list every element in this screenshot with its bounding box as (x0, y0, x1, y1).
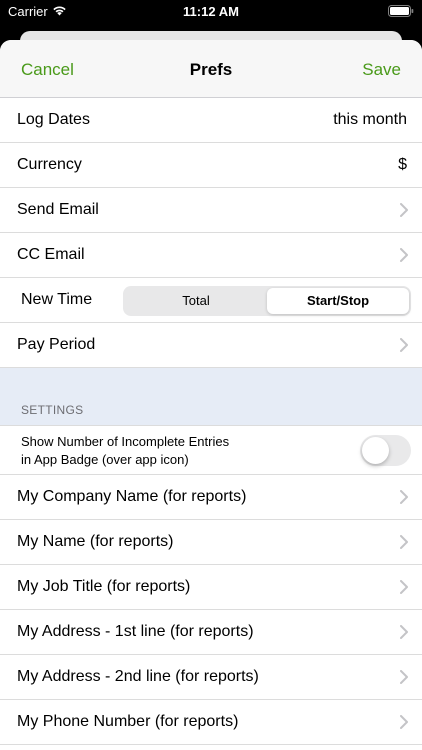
segment-start-stop[interactable]: Start/Stop (267, 288, 409, 314)
address-line2-label: My Address - 2nd line (for reports) (17, 668, 259, 685)
company-name-label: My Company Name (for reports) (17, 488, 247, 505)
my-name-row[interactable]: My Name (for reports) (0, 520, 422, 565)
job-title-row[interactable]: My Job Title (for reports) (0, 565, 422, 610)
badge-toggle-row: Show Number of Incomplete Entries in App… (0, 426, 422, 475)
phone-number-row[interactable]: My Phone Number (for reports) (0, 700, 422, 745)
settings-section-header: SETTINGS (0, 368, 422, 426)
segment-total[interactable]: Total (125, 288, 267, 314)
new-time-row: New Time Total Start/Stop (0, 278, 422, 323)
chevron-right-icon (400, 715, 408, 729)
chevron-right-icon (400, 203, 408, 217)
badge-toggle-label-line2: in App Badge (over app icon) (21, 452, 189, 467)
prefs-sheet: Cancel Prefs Save Log Dates this month C… (0, 40, 422, 750)
currency-value: $ (398, 156, 407, 173)
new-time-label: New Time (21, 291, 93, 308)
badge-toggle-label: Show Number of Incomplete Entries in App… (21, 433, 341, 469)
page-title: Prefs (189, 60, 233, 79)
chevron-right-icon (400, 490, 408, 504)
send-email-label: Send Email (17, 201, 99, 218)
phone-number-label: My Phone Number (for reports) (17, 713, 239, 730)
new-time-segmented-control[interactable]: Total Start/Stop (123, 286, 411, 316)
chevron-right-icon (400, 338, 408, 352)
log-dates-value: this month (333, 111, 407, 128)
my-name-label: My Name (for reports) (17, 533, 174, 550)
currency-label: Currency (17, 156, 82, 173)
log-dates-label: Log Dates (17, 111, 90, 128)
navigation-bar: Cancel Prefs Save (0, 40, 422, 98)
cc-email-label: CC Email (17, 246, 85, 263)
battery-icon (388, 5, 414, 17)
cc-email-row[interactable]: CC Email (0, 233, 422, 278)
address-line1-row[interactable]: My Address - 1st line (for reports) (0, 610, 422, 655)
chevron-right-icon (400, 248, 408, 262)
log-dates-row[interactable]: Log Dates this month (0, 98, 422, 143)
chevron-right-icon (400, 670, 408, 684)
chevron-right-icon (400, 535, 408, 549)
settings-header-label: SETTINGS (21, 403, 84, 417)
chevron-right-icon (400, 625, 408, 639)
save-button[interactable]: Save (362, 60, 401, 80)
address-line1-label: My Address - 1st line (for reports) (17, 623, 254, 640)
company-name-row[interactable]: My Company Name (for reports) (0, 475, 422, 520)
status-time: 11:12 AM (183, 4, 239, 19)
pay-period-label: Pay Period (17, 336, 96, 353)
currency-row[interactable]: Currency $ (0, 143, 422, 188)
send-email-row[interactable]: Send Email (0, 188, 422, 233)
address-line2-row[interactable]: My Address - 2nd line (for reports) (0, 655, 422, 700)
toggle-knob (362, 437, 389, 464)
badge-toggle-switch[interactable] (360, 435, 411, 466)
status-bar: Carrier 11:12 AM (0, 0, 422, 24)
job-title-label: My Job Title (for reports) (17, 578, 191, 595)
pay-period-row[interactable]: Pay Period (0, 323, 422, 368)
chevron-right-icon (400, 580, 408, 594)
badge-toggle-label-line1: Show Number of Incomplete Entries (21, 434, 230, 449)
